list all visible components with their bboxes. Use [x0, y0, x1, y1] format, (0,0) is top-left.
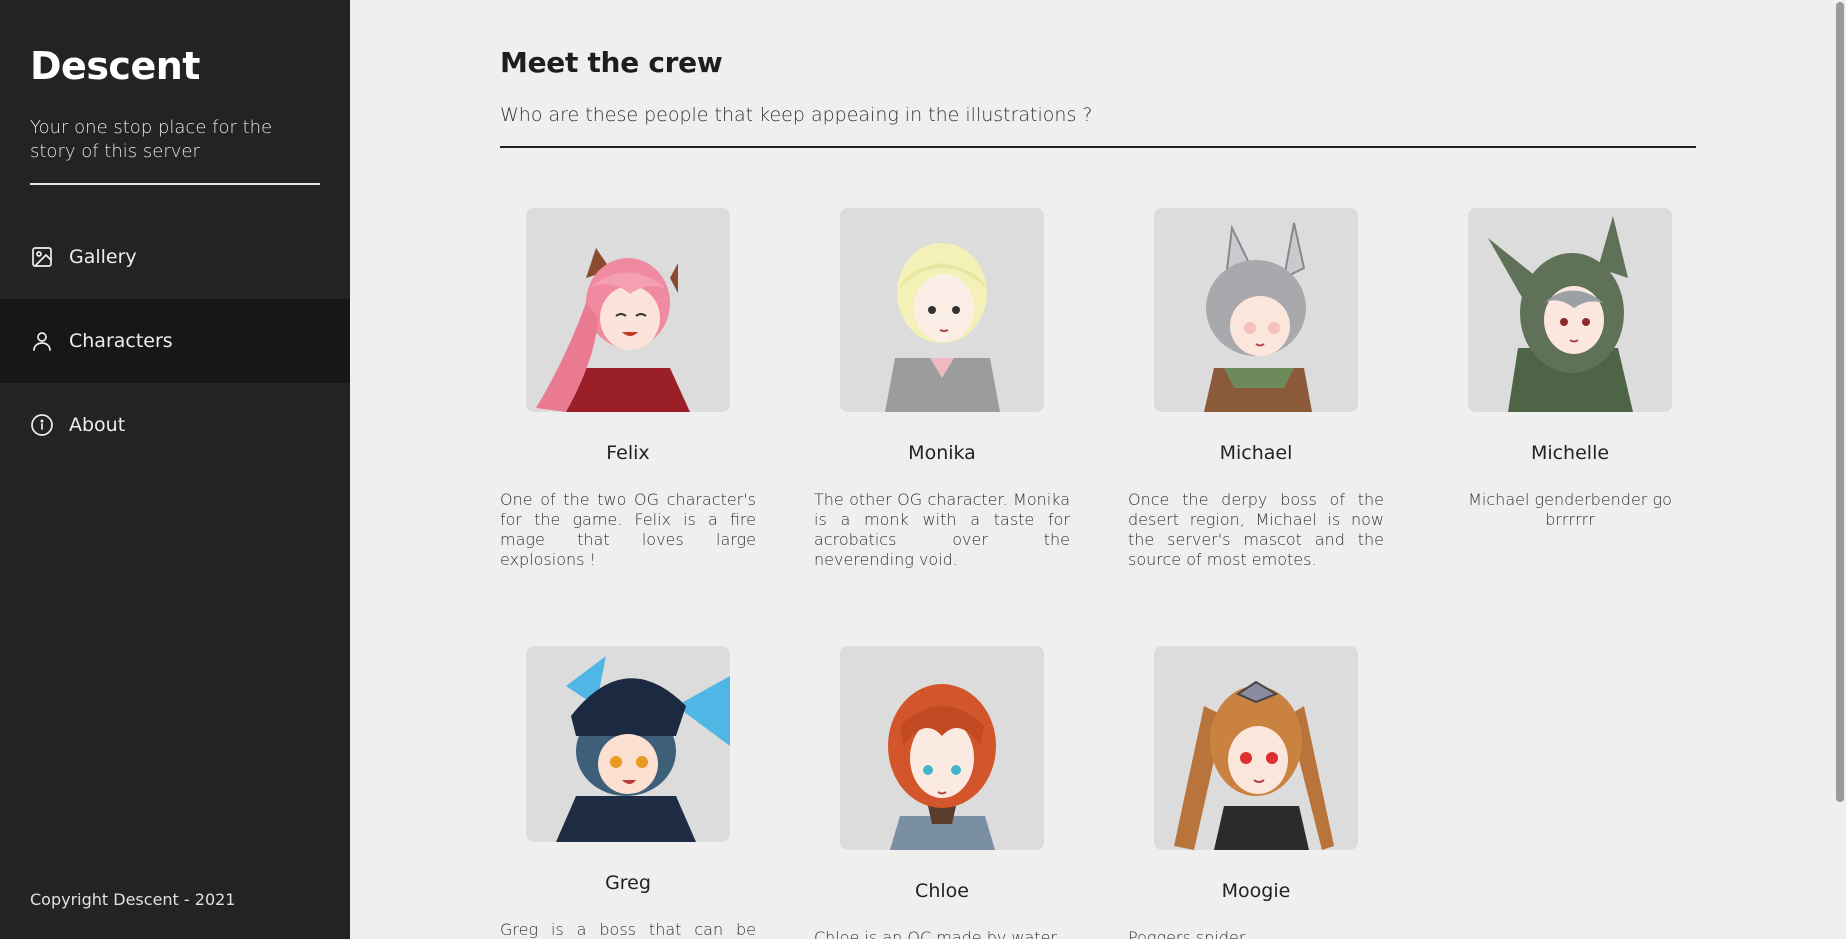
brand-tagline: Your one stop place for the story of thi… [30, 117, 273, 162]
character-name: Monika [908, 442, 976, 464]
character-portrait [840, 208, 1044, 412]
info-icon [30, 413, 54, 437]
character-portrait [526, 208, 730, 412]
sidebar-item-label: Gallery [69, 246, 137, 268]
michael-portrait-art [1204, 222, 1312, 412]
copyright-text: Copyright Descent - 2021 [30, 890, 236, 909]
character-description: Chloe is an OC made by water [814, 928, 1057, 939]
character-portrait [1468, 208, 1672, 412]
character-description: The other OG character. Monika is a monk… [814, 490, 1070, 569]
scrollbar-thumb[interactable] [1836, 2, 1844, 802]
character-portrait [1154, 208, 1358, 412]
sidebar-item-about[interactable]: About [0, 383, 350, 467]
michelle-portrait-art [1488, 216, 1633, 412]
greg-portrait-art [556, 656, 730, 842]
sidebar: Descent Your one stop place for the stor… [0, 0, 350, 939]
character-description: Michael genderbender go brrrrrr [1468, 490, 1672, 529]
chloe-portrait-art [888, 684, 996, 850]
image-icon [30, 245, 54, 269]
monika-portrait-art [885, 243, 1000, 412]
character-name: Greg [605, 872, 651, 894]
character-portrait [526, 646, 730, 842]
character-name: Michelle [1530, 442, 1610, 464]
main-content: Meet the crew Who are these people that … [350, 0, 1846, 939]
character-description: Once the derpy boss of the desert region… [1128, 490, 1384, 569]
sidebar-item-label: About [69, 414, 126, 436]
character-name: Michael [1219, 442, 1293, 464]
character-portrait [1154, 646, 1358, 850]
sidebar-item-label: Characters [69, 330, 173, 352]
page-subtitle: Who are these people that keep appeaing … [500, 104, 1093, 126]
character-name: Chloe [915, 880, 969, 902]
page-divider [500, 146, 1696, 148]
user-icon [30, 329, 54, 353]
character-description: One of the two OG character's for the ga… [500, 490, 756, 569]
brand-divider [30, 183, 320, 185]
page-title: Meet the crew [500, 46, 723, 79]
character-name: Moogie [1221, 880, 1291, 902]
sidebar-item-characters[interactable]: Characters [0, 299, 350, 383]
sidebar-nav: Gallery Characters About [0, 215, 350, 467]
character-description: Greg is a boss that can be found [500, 920, 756, 939]
character-name: Felix [606, 442, 650, 464]
character-description: Poggers spider [1128, 928, 1246, 939]
scrollbar-track[interactable] [1834, 0, 1846, 939]
brand-title[interactable]: Descent [30, 44, 200, 88]
moogie-portrait-art [1174, 680, 1334, 850]
sidebar-item-gallery[interactable]: Gallery [0, 215, 350, 299]
felix-portrait-art [536, 248, 690, 412]
character-portrait [840, 646, 1044, 850]
